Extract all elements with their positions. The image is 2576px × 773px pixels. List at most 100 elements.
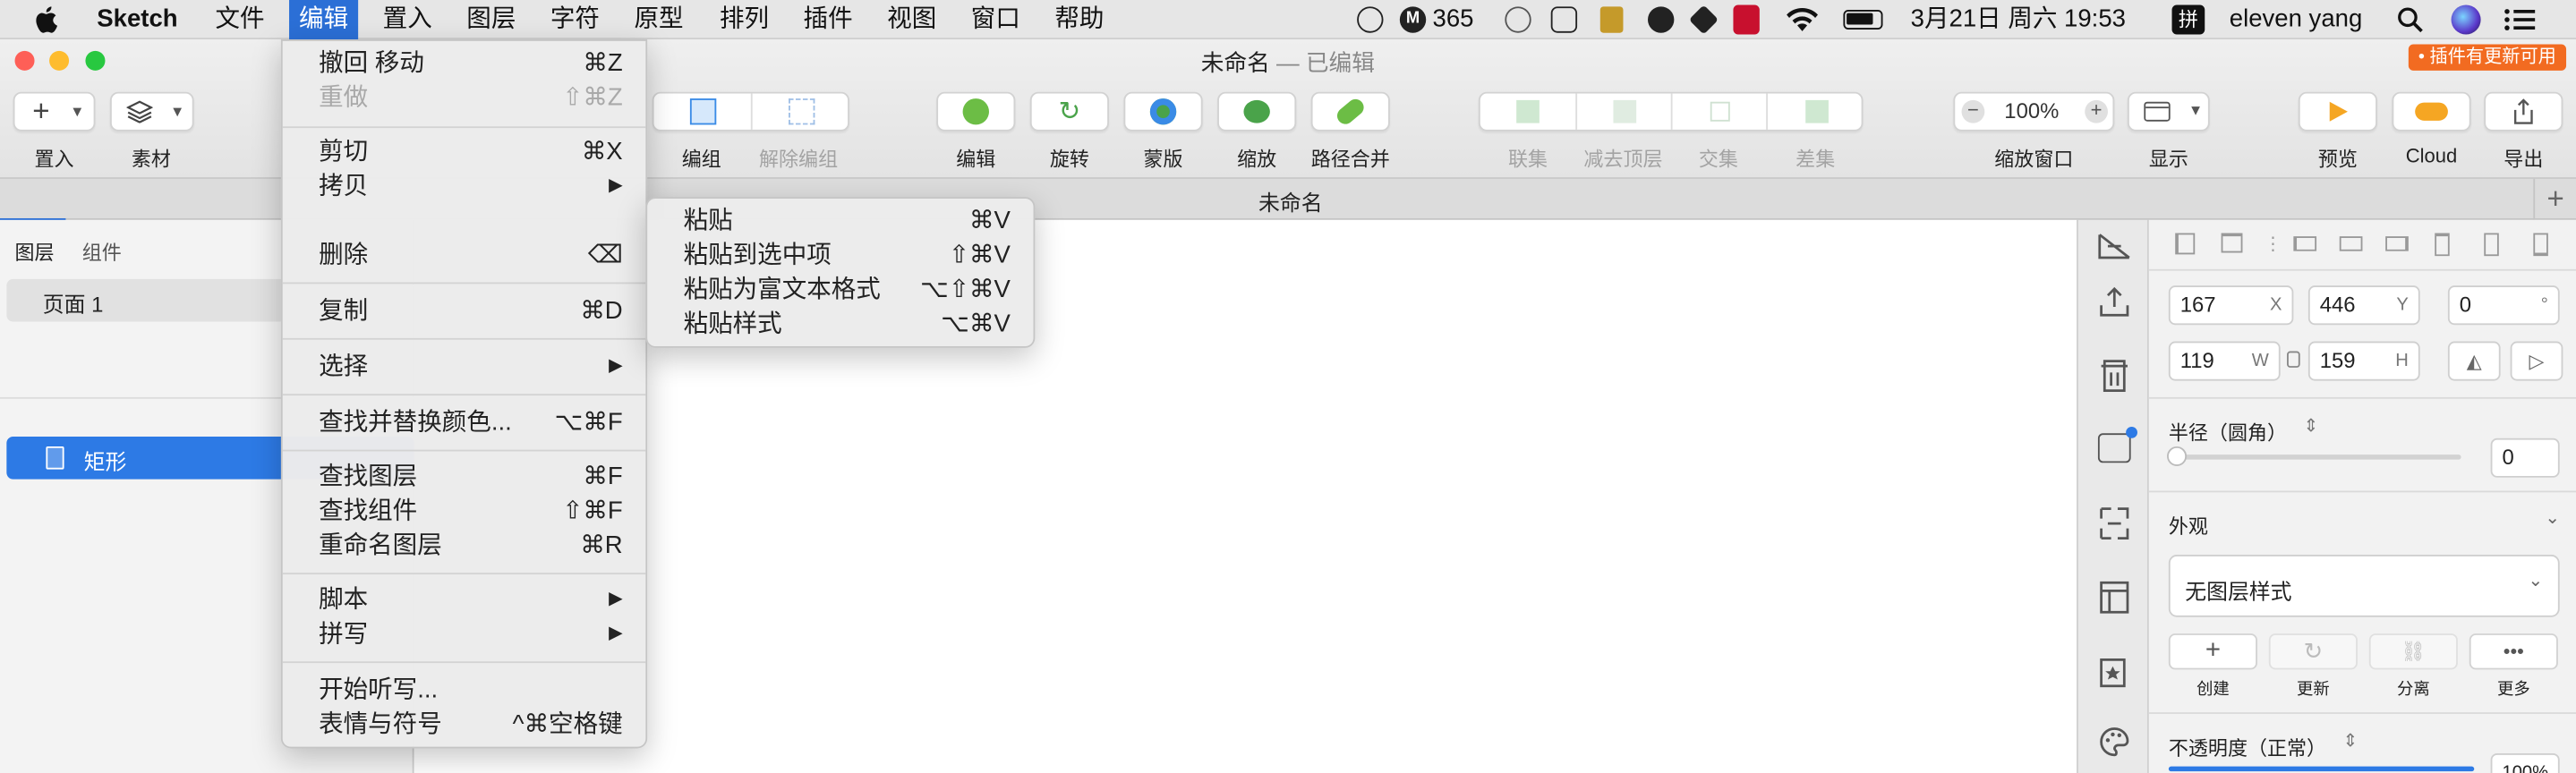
zoom-out-button[interactable]: − [1961,99,1985,123]
star-component-icon[interactable] [2098,653,2131,689]
group-button[interactable] [654,93,753,130]
mask-button[interactable] [1123,91,1203,132]
export-button[interactable] [2484,91,2563,132]
stripes-icon[interactable] [1599,6,1624,33]
menu-help[interactable]: 帮助 [1054,0,1104,39]
menu-plugins[interactable]: 插件 [804,0,853,39]
menu-item-emoji[interactable]: 表情与符号 ^⌘空格键 [283,708,646,743]
menu-window[interactable]: 窗口 [971,0,1020,39]
input-method-icon[interactable]: 拼 [2171,4,2205,35]
union-button[interactable] [1480,93,1578,130]
user-name[interactable]: eleven yang [2230,0,2363,39]
minimize-window-button[interactable] [49,50,70,71]
tab-layers[interactable]: 图层 [15,238,55,266]
menu-app-name[interactable]: Sketch [97,0,177,39]
control-list-icon[interactable] [2503,8,2537,31]
menu-item-cut[interactable]: 剪切 ⌘X [283,134,646,169]
close-window-button[interactable] [14,50,35,71]
menu-layer[interactable]: 图层 [466,0,516,39]
menu-insert[interactable]: 置入 [383,0,432,39]
m-badge-icon[interactable]: M [1399,6,1427,33]
align-bottom-icon[interactable] [2533,233,2548,257]
menu-item-script[interactable]: 脚本 ▶ [283,582,646,617]
insert-button[interactable]: + ▼ [13,91,96,132]
library-icon[interactable] [2098,358,2131,394]
battery-icon[interactable] [1843,10,1883,30]
edit-button[interactable] [936,91,1016,132]
cloud-button[interactable] [2392,91,2471,132]
difference-button[interactable] [1768,94,1864,130]
menu-view[interactable]: 视图 [887,0,936,39]
zoom-in-button[interactable]: + [2085,99,2108,123]
siri-icon[interactable] [2451,4,2481,35]
menu-item-spelling[interactable]: 拼写 ▶ [283,617,646,652]
menu-item-undo[interactable]: 撤回 移动 ⌘Z [283,46,646,81]
more-style-button[interactable]: ••• [2469,633,2558,670]
create-style-button[interactable]: + [2168,633,2257,670]
align-top-icon[interactable] [2435,233,2450,257]
x-field[interactable]: 167 X [2168,285,2294,326]
chevron-down-icon[interactable]: ⌄ [2545,507,2560,529]
menu-item-redo[interactable]: 重做 ⇧⌘Z [283,81,646,115]
scale-button[interactable] [1217,91,1297,132]
frame-icon[interactable] [2098,505,2131,541]
flip-horizontal-button[interactable]: ◭ [2447,341,2501,381]
cloud-sync-icon[interactable] [1505,6,1531,33]
radius-slider[interactable] [2167,446,2461,466]
menu-file[interactable]: 文件 [215,0,264,39]
menu-item-paste-style[interactable]: 粘贴样式 ⌥⌘V [647,307,1033,342]
apple-logo-icon[interactable] [35,5,61,35]
more-dots-icon[interactable]: ⋮ [2264,233,2282,254]
inbox-icon[interactable] [2097,426,2137,463]
menu-item-paste-over-selection[interactable]: 粘贴到选中项 ⇧⌘V [647,238,1033,273]
flatten-button[interactable] [1310,91,1390,132]
circle-status-icon[interactable] [1357,6,1384,33]
palette-icon[interactable] [2098,726,2131,759]
radius-slider-knob[interactable] [2167,446,2188,466]
radius-stepper-icon[interactable]: ⇕ [2303,415,2318,437]
preview-button[interactable] [2298,91,2377,132]
align-right-icon[interactable] [2385,236,2409,251]
opacity-field[interactable]: 100% [2490,752,2560,773]
width-field[interactable]: 119 W [2168,341,2281,381]
intersect-button[interactable] [1673,93,1768,130]
assets-button[interactable]: ▼ [109,91,194,132]
design-inspector-icon[interactable] [2098,233,2131,259]
plugin-update-badge[interactable]: • 插件有更新可用 [2408,44,2566,71]
height-field[interactable]: 159 H [2307,341,2420,381]
menu-prototype[interactable]: 原型 [635,0,684,39]
navigation-icon[interactable] [1648,6,1675,33]
menu-item-delete[interactable]: 删除 ⌫ [283,238,646,273]
rotate-button[interactable]: ↻ [1029,91,1109,132]
menu-item-rename-layer[interactable]: 重命名图层 ⌘R [283,529,646,564]
mcafee-icon[interactable] [1733,4,1760,35]
wifi-icon[interactable] [1784,6,1820,32]
export-panel-icon[interactable] [2098,285,2131,319]
menu-item-duplicate[interactable]: 复制 ⌘D [283,293,646,328]
menu-item-select[interactable]: 选择 ▶ [283,350,646,385]
menu-item-find-component[interactable]: 查找组件 ⇧⌘F [283,494,646,529]
blend-mode-stepper-icon[interactable]: ⇕ [2342,730,2358,752]
flip-vertical-button[interactable]: ▷ [2510,341,2563,381]
document-tab[interactable]: 未命名 [1258,185,1323,217]
align-middle-icon[interactable] [2484,233,2499,257]
menu-item-find-layer[interactable]: 查找图层 ⌘F [283,460,646,495]
tab-components[interactable]: 组件 [82,238,122,266]
clock[interactable]: 3月21日 周六 19:53 [1911,0,2126,39]
opacity-slider[interactable] [2168,766,2475,772]
layer-style-select[interactable]: 无图层样式 ⌄ [2168,555,2560,617]
distribute-vertical-icon[interactable] [2221,233,2243,253]
menu-item-dictation[interactable]: 开始听写... [283,673,646,708]
rotation-field[interactable]: 0 ° [2447,285,2560,326]
new-tab-button[interactable]: + [2533,178,2576,220]
detach-style-button[interactable]: ⛓ [2368,633,2458,670]
align-center-icon[interactable] [2339,236,2363,251]
search-icon[interactable] [2397,6,2423,33]
ungroup-button[interactable] [753,94,851,130]
menu-text[interactable]: 字符 [550,0,600,39]
radius-field[interactable]: 0 [2490,437,2560,478]
menu-edit[interactable]: 编辑 [289,0,359,40]
view-button[interactable]: ▼ [2127,91,2210,132]
lock-icon[interactable] [2287,351,2300,368]
update-style-button[interactable]: ↻ [2268,633,2358,670]
